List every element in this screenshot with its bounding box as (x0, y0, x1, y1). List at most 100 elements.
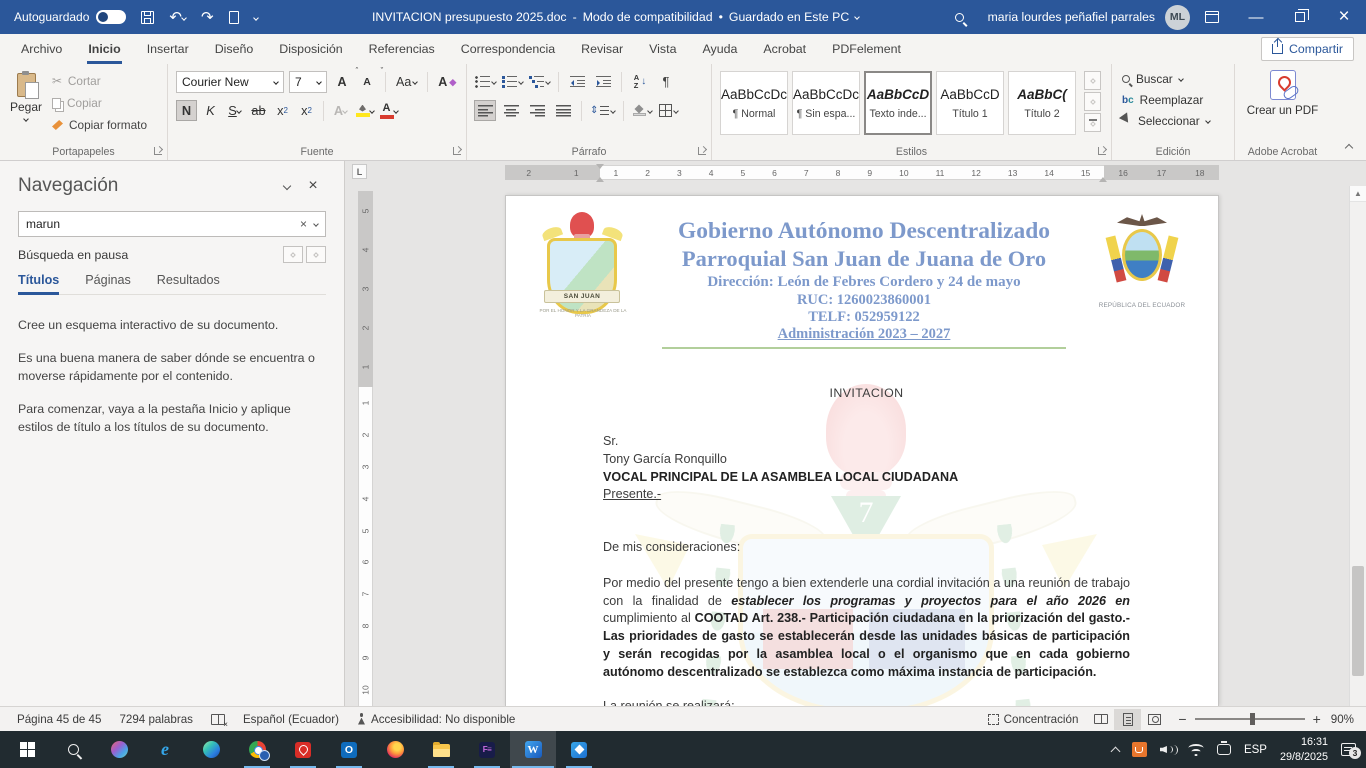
display-tray-icon[interactable] (1217, 744, 1231, 755)
ribbon-tab-inicio[interactable]: Inicio (75, 34, 133, 64)
ribbon-tab-referencias[interactable]: Referencias (356, 34, 448, 64)
navigation-pane-options-icon[interactable] (274, 183, 300, 189)
zoom-slider[interactable] (1195, 718, 1305, 720)
tab-stop-selector[interactable]: L (352, 164, 367, 179)
copy-button[interactable]: Copiar (52, 96, 147, 110)
style-sinespa[interactable]: AaBbCcDc¶ Sin espa... (792, 71, 860, 135)
paragraph-dialog-launcher-icon[interactable] (698, 147, 706, 155)
clear-search-icon[interactable]: × (300, 217, 307, 231)
right-indent-marker[interactable] (1099, 173, 1107, 182)
notification-center-icon[interactable]: 3 (1341, 743, 1356, 756)
avatar[interactable]: ML (1165, 5, 1190, 30)
restore-button[interactable] (1278, 0, 1322, 34)
web-layout-button[interactable] (1141, 709, 1168, 730)
strikethrough-button[interactable]: ab (248, 100, 269, 121)
nav-tab-títulos[interactable]: Títulos (18, 273, 59, 294)
taskbar-edge-icon[interactable] (188, 731, 234, 768)
taskbar-fes-app-icon[interactable]: F≡ (464, 731, 510, 768)
first-line-indent-marker[interactable] (596, 164, 604, 173)
align-center-button[interactable] (500, 100, 522, 121)
taskbar-photos-icon[interactable] (556, 731, 602, 768)
clear-formatting-button[interactable]: A◆ (436, 71, 458, 93)
clipboard-dialog-launcher-icon[interactable] (154, 147, 162, 155)
style-título1[interactable]: AaBbCcDTítulo 1 (936, 71, 1004, 135)
multilevel-list-button[interactable] (528, 71, 551, 92)
undo-button[interactable]: ↶ (169, 10, 186, 25)
decrease-indent-button[interactable] (566, 71, 588, 92)
read-mode-button[interactable] (1087, 709, 1114, 730)
align-left-button[interactable] (474, 100, 496, 121)
replace-button[interactable]: bcReemplazar (1122, 93, 1210, 107)
text-effects-button[interactable]: A (330, 100, 351, 121)
style-título2[interactable]: AaBbC(Título 2 (1008, 71, 1076, 135)
taskbar-internet-explorer-icon[interactable]: e (142, 731, 188, 768)
increase-indent-button[interactable] (592, 71, 614, 92)
superscript-button[interactable]: x2 (296, 100, 317, 121)
show-formatting-marks-button[interactable]: ¶ (655, 71, 677, 92)
justify-button[interactable] (552, 100, 574, 121)
ribbon-tab-pdfelement[interactable]: PDFelement (819, 34, 914, 64)
numbering-button[interactable] (501, 71, 524, 92)
previous-result-button[interactable] (283, 246, 303, 263)
ribbon-tab-revisar[interactable]: Revisar (568, 34, 636, 64)
vertical-ruler[interactable]: 54321 12345678910 (358, 191, 373, 706)
keyboard-language[interactable]: ESP (1244, 744, 1267, 756)
search-icon[interactable] (938, 0, 982, 34)
focus-mode-button[interactable]: Concentración (979, 713, 1088, 726)
taskbar-file-explorer-icon[interactable] (418, 731, 464, 768)
align-right-button[interactable] (526, 100, 548, 121)
zoom-out-button[interactable]: − (1178, 711, 1186, 727)
user-name[interactable]: maria lourdes peñafiel parrales (988, 10, 1155, 24)
font-color-button[interactable]: A (378, 100, 399, 121)
hanging-indent-marker[interactable] (596, 173, 604, 182)
zoom-in-button[interactable]: + (1313, 711, 1321, 727)
line-spacing-button[interactable]: ⇕ (589, 100, 616, 121)
select-button[interactable]: Seleccionar (1122, 114, 1210, 128)
style-normal[interactable]: AaBbCcDc¶ Normal (720, 71, 788, 135)
ribbon-tab-insertar[interactable]: Insertar (134, 34, 202, 64)
font-family-combobox[interactable]: Courier New (176, 71, 284, 93)
style-textoinde[interactable]: AaBbCcDTexto inde... (864, 71, 932, 135)
nav-tab-páginas[interactable]: Páginas (85, 273, 131, 294)
close-button[interactable]: × (1322, 0, 1366, 34)
cut-button[interactable]: ✂Cortar (52, 74, 147, 88)
taskbar-copilot-icon[interactable] (96, 731, 142, 768)
find-button[interactable]: Buscar (1122, 72, 1210, 86)
taskbar-chrome-icon[interactable] (234, 731, 280, 768)
navigation-search-input[interactable]: marun × (18, 211, 326, 237)
accessibility-status[interactable]: Accesibilidad: No disponible (348, 713, 524, 726)
ribbon-tab-diseño[interactable]: Diseño (202, 34, 267, 64)
page-indicator[interactable]: Página 45 de 45 (8, 713, 110, 726)
redo-button[interactable]: ↷ (201, 10, 214, 25)
volume-icon[interactable] (1160, 743, 1175, 756)
search-options-chevron-icon[interactable] (313, 221, 319, 227)
taskbar-search-icon[interactable] (50, 731, 96, 768)
customize-qat-button[interactable] (254, 10, 258, 24)
create-pdf-button[interactable]: Crear un PDF (1235, 70, 1330, 118)
word-count[interactable]: 7294 palabras (110, 713, 202, 726)
navigation-pane-close-icon[interactable]: × (300, 177, 326, 195)
format-painter-button[interactable]: Copiar formato (52, 118, 147, 132)
nav-tab-resultados[interactable]: Resultados (157, 273, 220, 294)
java-tray-icon[interactable] (1132, 742, 1147, 757)
clock[interactable]: 16:31 29/8/2025 (1280, 735, 1328, 763)
bold-button[interactable]: N (176, 100, 197, 121)
ribbon-tab-vista[interactable]: Vista (636, 34, 689, 64)
italic-button[interactable]: K (200, 100, 221, 121)
ribbon-tab-disposición[interactable]: Disposición (266, 34, 355, 64)
borders-button[interactable] (657, 100, 679, 121)
ribbon-tab-ayuda[interactable]: Ayuda (689, 34, 750, 64)
print-layout-button[interactable] (1114, 709, 1141, 730)
styles-more-icon[interactable] (1084, 113, 1101, 132)
shrink-font-button[interactable]: Aˇ (357, 71, 377, 93)
wifi-icon[interactable] (1188, 744, 1204, 756)
styles-dialog-launcher-icon[interactable] (1098, 147, 1106, 155)
zoom-slider-thumb[interactable] (1250, 713, 1255, 725)
bullets-button[interactable] (474, 71, 497, 92)
taskbar-firefox-icon[interactable] (372, 731, 418, 768)
ribbon-display-options-button[interactable] (1190, 0, 1234, 34)
taskbar-acrobat-icon[interactable] (280, 731, 326, 768)
tray-expand-icon[interactable] (1110, 746, 1120, 756)
save-icon[interactable] (141, 11, 154, 24)
taskbar-outlook-icon[interactable]: O (326, 731, 372, 768)
